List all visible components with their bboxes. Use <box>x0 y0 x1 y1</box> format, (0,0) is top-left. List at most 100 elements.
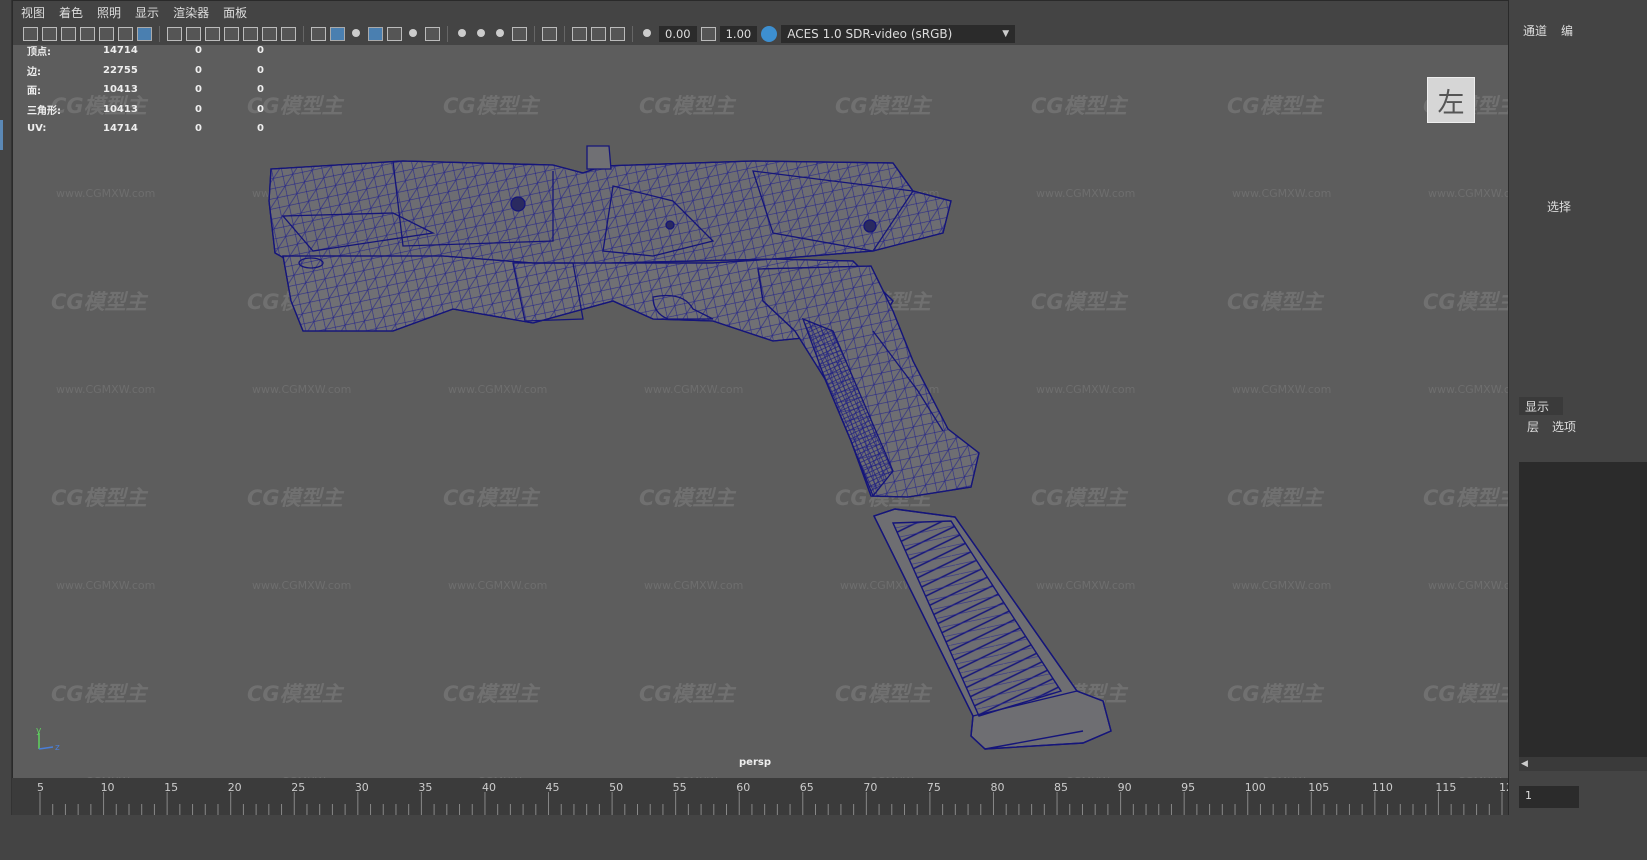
hud-value: 0 <box>195 103 202 115</box>
toolbar-separator <box>564 26 565 42</box>
color-management-icon[interactable] <box>761 26 778 42</box>
menu-panels[interactable]: 面板 <box>223 4 247 21</box>
gate-mask-icon[interactable] <box>224 27 239 41</box>
grease-pencil-icon[interactable] <box>118 27 133 41</box>
use-all-lights-icon[interactable] <box>406 27 421 41</box>
timeline-tick-label: 70 <box>863 781 877 794</box>
menu-show[interactable]: 显示 <box>135 4 159 21</box>
camera-attributes-icon[interactable] <box>42 27 57 41</box>
timeline-tick-label: 95 <box>1181 781 1195 794</box>
grid-icon[interactable] <box>167 27 182 41</box>
wireframe-on-shaded-icon[interactable] <box>368 27 383 41</box>
timeline-tick-label: 5 <box>37 781 44 794</box>
multisample-aa-icon[interactable] <box>493 27 508 41</box>
hud-value: 14714 <box>103 45 138 57</box>
film-gate-icon[interactable] <box>186 27 201 41</box>
timeline-tick-label: 80 <box>990 781 1004 794</box>
hud-value: 10413 <box>103 103 138 115</box>
layer-list[interactable] <box>1519 462 1647 757</box>
hud-row: 顶点: 14714 0 0 <box>27 41 297 61</box>
hud-row: 三角形: 10413 0 0 <box>27 100 297 120</box>
scroll-left-icon[interactable]: ◀ <box>1521 759 1528 769</box>
select-label[interactable]: 选择 <box>1547 198 1571 215</box>
axis-gizmo-icon: y z <box>31 725 71 759</box>
xray-active-components-icon[interactable] <box>591 27 606 41</box>
2d-pan-zoom-icon[interactable] <box>99 27 114 41</box>
horizontal-scrollbar[interactable] <box>1519 757 1647 771</box>
field-chart-icon[interactable] <box>243 27 258 41</box>
active-tool-marker <box>0 120 3 150</box>
hud-value: 0 <box>257 84 264 96</box>
pistol-magazine <box>873 508 1112 750</box>
hud-value: 0 <box>257 45 264 57</box>
chevron-down-icon: ▼ <box>1002 29 1010 39</box>
time-slider-ruler[interactable]: 5 10 15 20 25 30 35 40 45 50 55 60 65 70 75 80 85 90 95 100… <box>12 778 1520 815</box>
exposure-icon[interactable] <box>640 27 655 41</box>
timeline-tick-label: 15 <box>164 781 178 794</box>
menu-shading[interactable]: 着色 <box>59 4 83 21</box>
smooth-shade-icon[interactable] <box>330 27 345 41</box>
timeline-tick-label: 10 <box>101 781 115 794</box>
view-transform-dropdown[interactable]: ACES 1.0 SDR-video (sRGB) ▼ <box>781 25 1016 43</box>
image-plane-icon[interactable] <box>80 27 95 41</box>
timeline-tick-label: 30 <box>355 781 369 794</box>
timeline-tick-label: 40 <box>482 781 496 794</box>
tab-channels[interactable]: 通道 <box>1523 22 1547 39</box>
screen-space-ao-icon[interactable] <box>455 27 470 41</box>
current-frame-field[interactable]: 1 <box>1519 786 1579 808</box>
select-camera-icon[interactable] <box>23 27 38 41</box>
default-material-icon[interactable] <box>349 27 364 41</box>
safe-action-icon[interactable] <box>262 27 277 41</box>
hud-value: 0 <box>195 123 202 135</box>
perspective-viewport[interactable]: CG模型主 CG模型主 CG模型主 CG模型主 CG模型主 CG模型主 CG模型主 CG模型主… <box>12 0 1580 815</box>
safe-title-icon[interactable] <box>281 27 296 41</box>
tab-display[interactable]: 显示 <box>1519 397 1563 415</box>
depth-of-field-icon[interactable] <box>512 27 527 41</box>
pistol-slide <box>268 145 952 272</box>
pencil-icon[interactable] <box>137 27 152 41</box>
options-menu[interactable]: 选项 <box>1552 418 1576 435</box>
menu-renderer[interactable]: 渲染器 <box>173 4 209 21</box>
timeline-tick-label: 85 <box>1054 781 1068 794</box>
xray-icon[interactable] <box>572 27 587 41</box>
hud-value: 10413 <box>103 84 138 96</box>
timeline-tick-label: 110 <box>1372 781 1393 794</box>
timeline-tick-label: 20 <box>228 781 242 794</box>
menu-view[interactable]: 视图 <box>21 4 45 21</box>
textured-icon[interactable] <box>387 27 402 41</box>
timeline-tick-label: 105 <box>1308 781 1329 794</box>
hud-value: 0 <box>257 64 264 76</box>
toolbar-separator <box>632 26 633 42</box>
wireframe-icon[interactable] <box>311 27 326 41</box>
isolate-select-icon[interactable] <box>542 27 557 41</box>
timeline-tick-label: 65 <box>800 781 814 794</box>
hud-label: 顶点: <box>27 47 51 59</box>
tab-edit[interactable]: 编 <box>1561 22 1573 39</box>
timeline-tick-label: 115 <box>1435 781 1456 794</box>
shadows-icon[interactable] <box>425 27 440 41</box>
layers-menu[interactable]: 层 <box>1527 418 1539 435</box>
xray-joints-icon[interactable] <box>610 27 625 41</box>
toolbar-separator <box>447 26 448 42</box>
resolution-gate-icon[interactable] <box>205 27 220 41</box>
channel-box-panel: 通道 编 选择 显示 层 选项 ◀ 1 <box>1508 0 1647 815</box>
time-slider[interactable]: 5 10 15 20 25 30 35 40 45 50 55 60 65 70 75 80 85 90 95 100… <box>12 778 1520 815</box>
hud-label: 面: <box>27 86 41 98</box>
timeline-tick-label: 35 <box>418 781 432 794</box>
hud-value: 0 <box>257 103 264 115</box>
gamma-icon[interactable] <box>700 27 716 41</box>
camera-name-label: persp <box>739 757 771 768</box>
timeline-tick-label: 75 <box>927 781 941 794</box>
gamma-field[interactable]: 1.00 <box>719 26 758 42</box>
menu-lighting[interactable]: 照明 <box>97 4 121 21</box>
view-cube[interactable]: 左 <box>1427 77 1475 123</box>
timeline-tick-label: 60 <box>736 781 750 794</box>
motion-blur-icon[interactable] <box>474 27 489 41</box>
timeline-tick-label: 100 <box>1245 781 1266 794</box>
hud-row: 面: 10413 0 0 <box>27 80 297 100</box>
hud-value: 22755 <box>103 64 138 76</box>
axis-y-label: y <box>36 726 42 736</box>
exposure-field[interactable]: 0.00 <box>659 26 697 42</box>
view-cube-face-label: 左 <box>1437 87 1465 119</box>
bookmark-icon[interactable] <box>61 27 76 41</box>
